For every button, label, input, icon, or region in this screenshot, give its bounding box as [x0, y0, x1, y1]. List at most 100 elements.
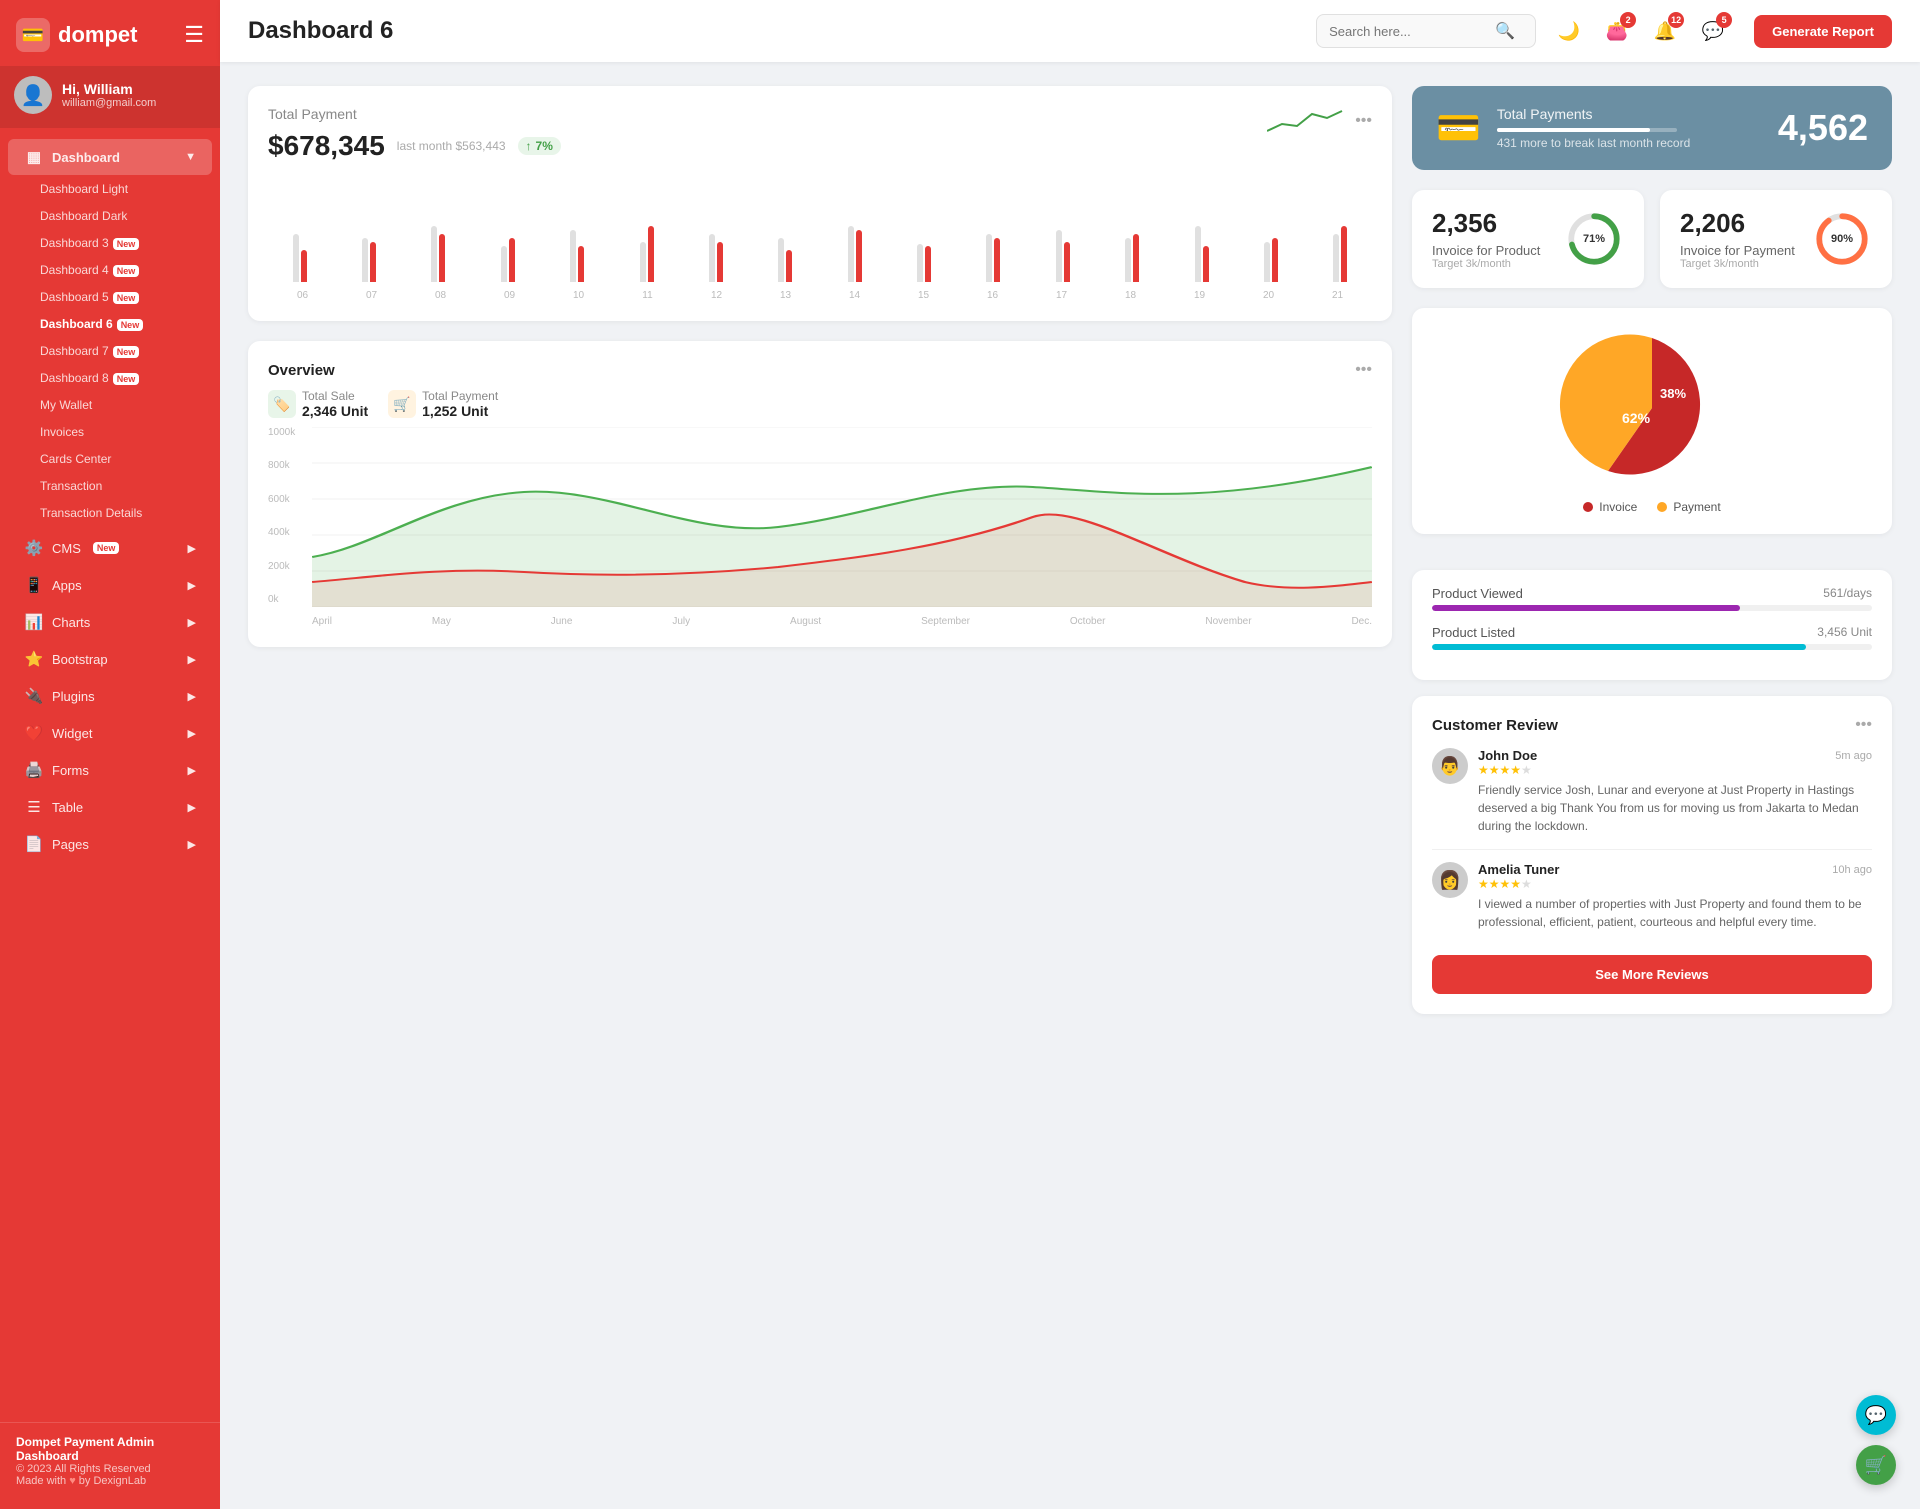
- gray-bar-7: [778, 238, 784, 282]
- sidebar-item-cards-center[interactable]: Cards Center: [8, 446, 212, 472]
- bar-pair-9: [917, 244, 931, 282]
- search-box[interactable]: 🔍: [1316, 14, 1536, 48]
- invoice-product-donut: 71%: [1564, 209, 1624, 269]
- sidebar-item-charts[interactable]: 📊 Charts ▶: [8, 604, 212, 640]
- bar-label-1: 07: [337, 290, 406, 301]
- bar-pair-8: [848, 226, 862, 282]
- x-may: May: [432, 616, 451, 627]
- gray-bar-5: [640, 242, 646, 282]
- footer-brand: Dompet Payment Admin Dashboard: [16, 1435, 204, 1463]
- bar-label-6: 12: [682, 290, 751, 301]
- hamburger-icon[interactable]: ☰: [184, 22, 204, 48]
- invoice-payment-card: 2,206 Invoice for Payment Target 3k/mont…: [1660, 190, 1892, 288]
- x-june: June: [551, 616, 573, 627]
- review-more-icon[interactable]: •••: [1855, 716, 1872, 734]
- footer-copy: © 2023 All Rights Reserved: [16, 1463, 204, 1475]
- cart-float-button[interactable]: 🛒: [1856, 1445, 1896, 1485]
- total-payments-banner: 💳 Total Payments 431 more to break last …: [1412, 86, 1892, 170]
- page-title: Dashboard 6: [248, 17, 1316, 45]
- sidebar: 💳 dompet ☰ 👤 Hi, William william@gmail.c…: [0, 0, 220, 1509]
- red-bar-6: [717, 242, 723, 282]
- sidebar-item-widget[interactable]: ❤️ Widget ▶: [8, 715, 212, 751]
- invoice-product-card: 2,356 Invoice for Product Target 3k/mont…: [1412, 190, 1644, 288]
- sidebar-logo[interactable]: 💳 dompet: [16, 18, 137, 52]
- invoice-payment-info: 2,206 Invoice for Payment Target 3k/mont…: [1680, 208, 1795, 270]
- sale-icon: 🏷️: [268, 390, 296, 418]
- search-input[interactable]: [1329, 24, 1489, 39]
- heart-icon: ♥: [69, 1475, 76, 1487]
- sidebar-item-apps[interactable]: 📱 Apps ▶: [8, 567, 212, 603]
- chat-button[interactable]: 💬 5: [1696, 14, 1730, 48]
- generate-report-button[interactable]: Generate Report: [1754, 15, 1892, 48]
- sidebar-item-dashboard-6[interactable]: Dashboard 6New: [8, 311, 212, 337]
- bar-label-2: 08: [406, 290, 475, 301]
- bar-group-1: [337, 238, 400, 282]
- product-viewed-value: 561/days: [1823, 586, 1872, 601]
- bar-chart-area: 06070809101112131415161718192021: [268, 182, 1372, 301]
- charts-arrow: ▶: [188, 616, 196, 629]
- invoice-product-sub: Target 3k/month: [1432, 258, 1540, 270]
- bar-group-7: [754, 238, 817, 282]
- cms-arrow: ▶: [188, 542, 196, 555]
- notification-button[interactable]: 🔔 12: [1648, 14, 1682, 48]
- sidebar-item-pages[interactable]: 📄 Pages ▶: [8, 826, 212, 862]
- overview-more-icon[interactable]: •••: [1355, 361, 1372, 379]
- sidebar-item-transaction-details[interactable]: Transaction Details: [8, 500, 212, 526]
- sidebar-item-dashboard-3[interactable]: Dashboard 3New: [8, 230, 212, 256]
- support-float-button[interactable]: 💬: [1856, 1395, 1896, 1435]
- topbar-icons: 🌙 👛 2 🔔 12 💬 5 Generate Report: [1552, 14, 1892, 48]
- banner-info: Total Payments 431 more to break last mo…: [1497, 106, 1762, 150]
- sidebar-item-dashboard-light[interactable]: Dashboard Light: [8, 176, 212, 202]
- bar-pair-7: [778, 238, 792, 282]
- sidebar-item-plugins[interactable]: 🔌 Plugins ▶: [8, 678, 212, 714]
- banner-progress-fill: [1497, 128, 1650, 132]
- bar-label-5: 11: [613, 290, 682, 301]
- y-label-400k: 400k: [268, 527, 308, 538]
- product-listed-progress: [1432, 644, 1872, 650]
- sidebar-item-cms[interactable]: ⚙️ CMS New ▶: [8, 530, 212, 566]
- see-more-reviews-button[interactable]: See More Reviews: [1432, 955, 1872, 994]
- gray-bar-9: [917, 244, 923, 282]
- bar-chart: [268, 182, 1372, 282]
- review-stars-1: ★★★★★: [1478, 763, 1872, 777]
- bar-pair-10: [986, 234, 1000, 282]
- sidebar-item-invoices[interactable]: Invoices: [8, 419, 212, 445]
- sidebar-item-transaction[interactable]: Transaction: [8, 473, 212, 499]
- sidebar-item-dashboard[interactable]: ▦ Dashboard ▼: [8, 139, 212, 175]
- legend-total-sale: 🏷️ Total Sale 2,346 Unit: [268, 389, 368, 419]
- bar-label-10: 16: [958, 290, 1027, 301]
- overview-card: Overview ••• 🏷️ Total Sale 2,346 Unit: [248, 341, 1392, 647]
- sidebar-item-dashboard-4[interactable]: Dashboard 4New: [8, 257, 212, 283]
- sidebar-item-bootstrap[interactable]: ⭐ Bootstrap ▶: [8, 641, 212, 677]
- sidebar-item-forms[interactable]: 🖨️ Forms ▶: [8, 752, 212, 788]
- left-column: Total Payment $678,345 last month $563,4…: [248, 86, 1392, 1014]
- red-bar-10: [994, 238, 1000, 282]
- bar-label-3: 09: [475, 290, 544, 301]
- stats-row: 2,356 Invoice for Product Target 3k/mont…: [1412, 190, 1892, 288]
- sidebar-item-table[interactable]: ☰ Table ▶: [8, 789, 212, 825]
- more-options-icon[interactable]: •••: [1355, 112, 1372, 130]
- theme-toggle-button[interactable]: 🌙: [1552, 14, 1586, 48]
- sidebar-item-dashboard-7[interactable]: Dashboard 7New: [8, 338, 212, 364]
- dashboard-icon: ▦: [24, 148, 44, 166]
- gray-bar-10: [986, 234, 992, 282]
- x-august: August: [790, 616, 821, 627]
- product-listed-fill: [1432, 644, 1806, 650]
- gray-bar-15: [1333, 234, 1339, 282]
- gray-bar-8: [848, 226, 854, 282]
- gray-bar-12: [1125, 238, 1131, 282]
- banner-wallet-icon: 💳: [1436, 107, 1481, 149]
- gray-bar-3: [501, 246, 507, 282]
- pages-icon: 📄: [24, 835, 44, 853]
- invoice-payment-num: 2,206: [1680, 208, 1795, 239]
- review-stars-2: ★★★★★: [1478, 877, 1872, 891]
- sidebar-item-dashboard-5[interactable]: Dashboard 5New: [8, 284, 212, 310]
- overview-header: Overview •••: [268, 361, 1372, 379]
- sidebar-item-dashboard-8[interactable]: Dashboard 8New: [8, 365, 212, 391]
- wallet-button[interactable]: 👛 2: [1600, 14, 1634, 48]
- content-grid: Total Payment $678,345 last month $563,4…: [248, 86, 1892, 1014]
- review-time-2: 10h ago: [1832, 864, 1872, 876]
- avatar: 👤: [14, 76, 52, 114]
- sidebar-item-dashboard-dark[interactable]: Dashboard Dark: [8, 203, 212, 229]
- sidebar-item-my-wallet[interactable]: My Wallet: [8, 392, 212, 418]
